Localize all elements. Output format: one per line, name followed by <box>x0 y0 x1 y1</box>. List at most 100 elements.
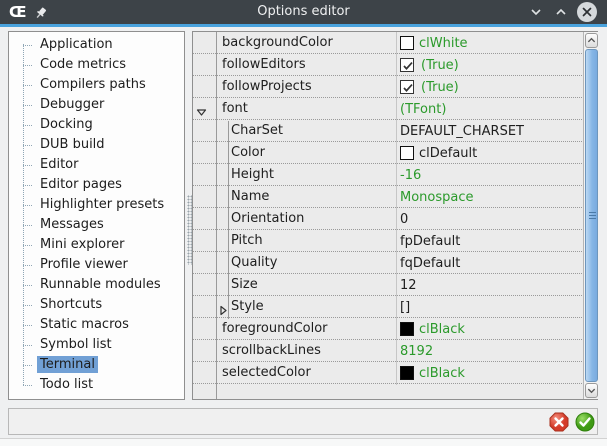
checkbox-checked-icon[interactable] <box>400 58 414 72</box>
property-name: Quality <box>231 252 277 274</box>
sidebar-item-label: Code metrics <box>37 56 129 73</box>
property-value-text: -16 <box>400 165 421 186</box>
sidebar-item-mini-explorer[interactable]: Mini explorer <box>9 235 184 255</box>
property-value[interactable]: 0 <box>396 208 408 230</box>
property-value[interactable]: 12 <box>396 274 417 296</box>
property-value[interactable]: clBlack <box>396 362 465 384</box>
property-value-text: (TFont) <box>400 99 446 120</box>
property-value-text: clWhite <box>419 33 468 54</box>
property-name: Size <box>231 274 258 296</box>
sidebar-item-docking[interactable]: Docking <box>9 115 184 135</box>
property-grid[interactable]: backgroundColorclWhitefollowEditors (True… <box>192 31 598 400</box>
property-row-selectedColor[interactable]: selectedColorclBlack <box>193 362 582 384</box>
property-row-foregroundColor[interactable]: foregroundColor clBlack <box>193 318 582 340</box>
maximize-button[interactable] <box>553 4 569 20</box>
sidebar-item-todo-list[interactable]: Todo list <box>9 375 184 395</box>
sidebar-item-label: Runnable modules <box>37 276 164 293</box>
property-value[interactable]: -16 <box>396 164 421 186</box>
accept-button[interactable] <box>575 412 595 432</box>
property-row-Height[interactable]: Height-16 <box>193 164 582 186</box>
sidebar-item-label: Profile viewer <box>37 256 131 273</box>
sidebar-item-label: DUB build <box>37 136 108 153</box>
sidebar-item-shortcuts[interactable]: Shortcuts <box>9 295 184 315</box>
property-row-CharSet[interactable]: CharSetDEFAULT_CHARSET <box>193 120 582 142</box>
property-value[interactable]: (True) <box>396 76 459 98</box>
titlebar[interactable]: Œ Options editor <box>0 0 607 24</box>
property-row-backgroundColor[interactable]: backgroundColorclWhite <box>193 32 582 54</box>
collapse-arrow-icon[interactable] <box>196 103 207 114</box>
property-name: followProjects <box>222 76 312 98</box>
property-value[interactable]: 8192 <box>396 340 433 362</box>
window-bottom-edge <box>0 438 607 446</box>
property-value[interactable]: [] <box>396 296 410 318</box>
sidebar-item-terminal[interactable]: Terminal <box>9 355 184 375</box>
sidebar-item-messages[interactable]: Messages <box>9 215 184 235</box>
property-row-scrollbackLines[interactable]: scrollbackLines 8192 <box>193 340 582 362</box>
color-swatch-white <box>400 146 414 160</box>
property-value-text: clDefault <box>419 143 477 164</box>
sidebar-item-editor-pages[interactable]: Editor pages <box>9 175 184 195</box>
property-value[interactable]: fqDefault <box>396 252 460 274</box>
property-name: followEditors <box>222 54 306 76</box>
footer-bar <box>8 408 598 435</box>
property-value[interactable]: clWhite <box>396 32 468 54</box>
sidebar-item-label: Editor pages <box>37 176 125 193</box>
property-value[interactable]: Monospace <box>396 186 474 208</box>
sidebar-item-application[interactable]: Application <box>9 35 184 55</box>
scroll-up-icon[interactable] <box>585 33 598 48</box>
property-value[interactable]: clBlack <box>396 318 465 340</box>
category-tree[interactable]: Application Code metrics Compilers pathsDe… <box>8 31 185 400</box>
property-name: Pitch <box>231 230 263 252</box>
titlebar-accent-line <box>0 24 607 27</box>
property-value-text: (True) <box>421 55 459 76</box>
cancel-button[interactable] <box>549 412 569 432</box>
sidebar-item-runnable-modules[interactable]: Runnable modules <box>9 275 184 295</box>
sidebar-item-debugger[interactable]: Debugger <box>9 95 184 115</box>
sidebar-item-label: Debugger <box>37 96 107 113</box>
sidebar-item-profile-viewer[interactable]: Profile viewer <box>9 255 184 275</box>
property-name: foregroundColor <box>222 318 328 340</box>
property-name: font <box>222 98 248 120</box>
property-value[interactable]: (True) <box>396 54 459 76</box>
sidebar-item-highlighter-presets[interactable]: Highlighter presets <box>9 195 184 215</box>
sidebar-item-code-metrics[interactable]: Code metrics <box>9 55 184 75</box>
vertical-scrollbar[interactable] <box>583 32 598 399</box>
scrollbar-thumb[interactable] <box>585 49 598 382</box>
checkbox-checked-icon[interactable] <box>400 80 414 94</box>
property-name: Orientation <box>231 208 304 230</box>
property-row-followProjects[interactable]: followProjects (True) <box>193 76 582 98</box>
scrollbar-grip <box>589 212 596 220</box>
close-button[interactable] <box>577 2 597 22</box>
sidebar-item-compilers-paths[interactable]: Compilers paths <box>9 75 184 95</box>
property-value[interactable]: fpDefault <box>396 230 460 252</box>
property-row-Quality[interactable]: Quality fqDefault <box>193 252 582 274</box>
property-value-text: clBlack <box>419 319 465 340</box>
sidebar-item-label: Todo list <box>37 376 96 393</box>
property-row-Size[interactable]: Size 12 <box>193 274 582 296</box>
property-row-Pitch[interactable]: Pitch fpDefault <box>193 230 582 252</box>
sidebar-item-label: Terminal <box>37 356 98 373</box>
minimize-button[interactable] <box>528 4 544 20</box>
sidebar-item-label: Editor <box>37 156 81 173</box>
property-row-Style[interactable]: Style [] <box>193 296 582 318</box>
expand-arrow-icon[interactable] <box>218 301 229 312</box>
scroll-down-icon[interactable] <box>585 383 598 398</box>
sidebar-item-symbol-list[interactable]: Symbol list <box>9 335 184 355</box>
property-row-followEditors[interactable]: followEditors (True) <box>193 54 582 76</box>
property-name: Color <box>231 142 265 164</box>
property-row-Orientation[interactable]: Orientation 0 <box>193 208 582 230</box>
property-value[interactable]: clDefault <box>396 142 477 164</box>
sidebar-item-editor[interactable]: Editor <box>9 155 184 175</box>
property-value[interactable]: DEFAULT_CHARSET <box>396 120 524 142</box>
sidebar-item-dub-build[interactable]: DUB build <box>9 135 184 155</box>
sidebar-item-label: Shortcuts <box>37 296 105 313</box>
property-row-font[interactable]: font (TFont) <box>193 98 582 120</box>
sidebar-item-label: Application <box>37 36 116 53</box>
property-value[interactable]: (TFont) <box>396 98 446 120</box>
sidebar-item-static-macros[interactable]: Static macros <box>9 315 184 335</box>
window-title: Options editor <box>0 4 607 19</box>
property-row-Color[interactable]: Color clDefault <box>193 142 582 164</box>
property-row-Name[interactable]: NameMonospace <box>193 186 582 208</box>
property-name: Style <box>231 296 264 318</box>
property-name: scrollbackLines <box>222 340 321 362</box>
